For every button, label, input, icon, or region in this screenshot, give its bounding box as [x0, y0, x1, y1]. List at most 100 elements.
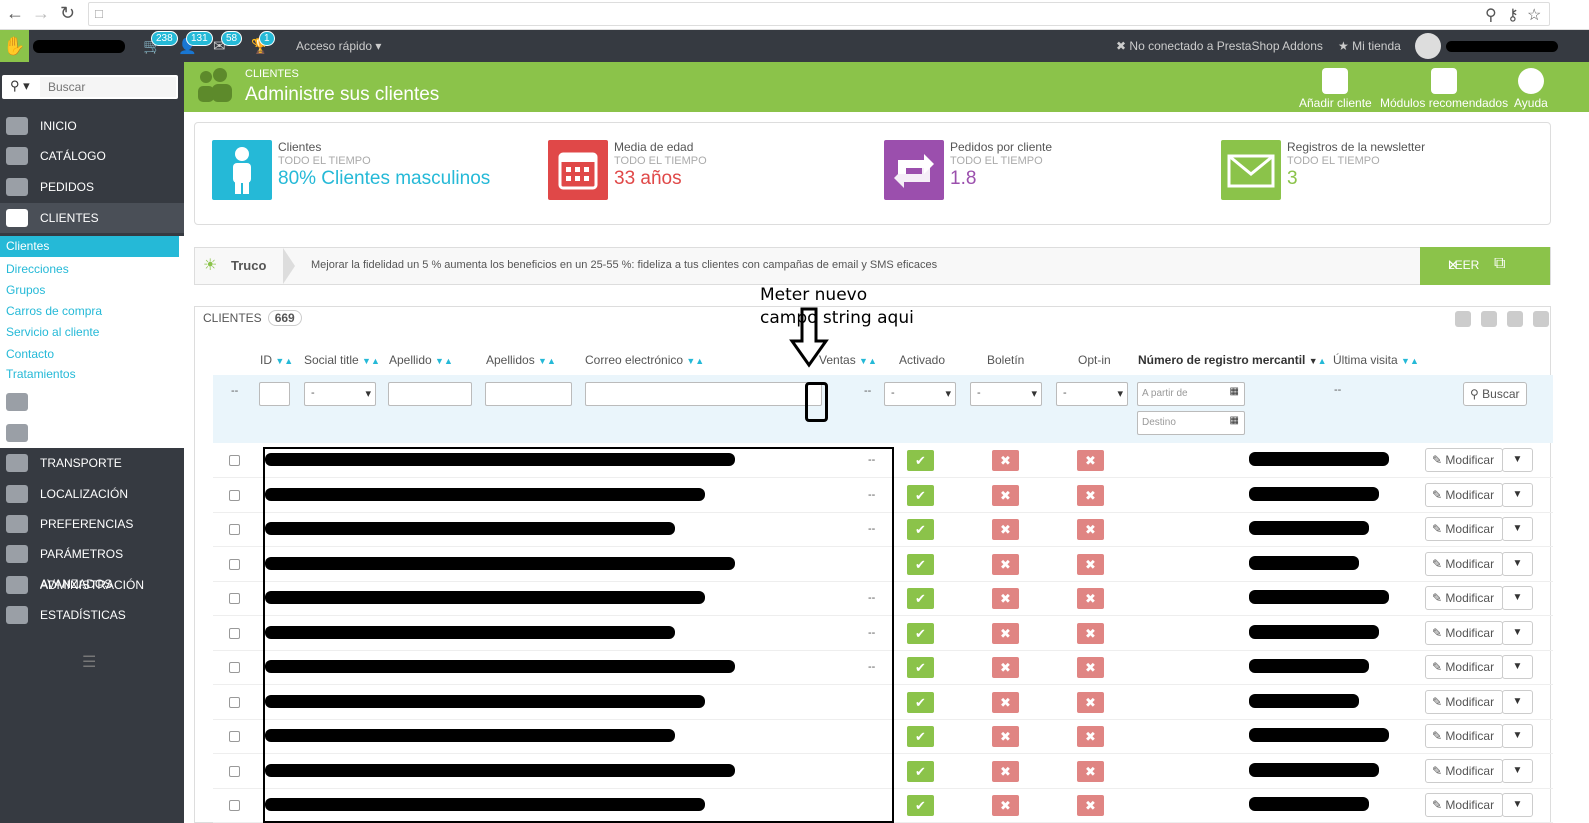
active-check-icon[interactable]: ✔ — [907, 726, 934, 747]
active-check-icon[interactable]: ✔ — [907, 691, 934, 713]
optin-cross-icon[interactable]: ✖ — [1077, 553, 1104, 575]
modify-button[interactable]: ✎ Modificar — [1425, 482, 1503, 507]
active-check-icon[interactable]: ✔ — [907, 657, 934, 678]
search-button[interactable]: ⚲ Buscar — [1463, 382, 1527, 406]
submenu-servicio[interactable]: Servicio al cliente — [6, 325, 99, 339]
kpi-customers[interactable]: Clientes TODO EL TIEMPO 80% Clientes mas… — [212, 140, 532, 202]
optin-cross-icon[interactable]: ✖ — [1077, 795, 1104, 816]
optin-cross-icon[interactable]: ✖ — [1077, 760, 1104, 782]
optin-cross-icon[interactable]: ✖ — [1077, 519, 1104, 540]
search-icon[interactable]: ⚲ ▾ — [10, 78, 30, 94]
row-checkbox[interactable] — [229, 662, 240, 673]
row-actions-dropdown[interactable]: ▼ — [1502, 724, 1533, 748]
row-actions-dropdown[interactable]: ▼ — [1502, 758, 1533, 783]
active-check-icon[interactable]: ✔ — [907, 760, 934, 782]
optin-cross-icon[interactable]: ✖ — [1077, 657, 1104, 678]
sidebar-item-descuentos[interactable]: REGLAS DE DESCUENTOS — [0, 387, 184, 439]
filter-apellido-input[interactable] — [388, 382, 472, 406]
modify-button[interactable]: ✎ Modificar — [1425, 517, 1503, 541]
filter-email-input[interactable] — [585, 382, 822, 406]
customers-icon[interactable]: 👤 131 — [178, 31, 213, 55]
row-checkbox[interactable] — [229, 524, 240, 535]
sidebar-item-pedidos[interactable]: PEDIDOS — [0, 172, 184, 202]
kpi-age[interactable]: Media de edad TODO EL TIEMPO 33 años — [548, 140, 868, 202]
modify-button[interactable]: ✎ Modificar — [1425, 724, 1503, 748]
address-bar[interactable]: □ ⚲ ⚷ ☆ — [88, 2, 1550, 26]
newsletter-cross-icon[interactable]: ✖ — [992, 691, 1019, 713]
row-actions-dropdown[interactable]: ▼ — [1502, 793, 1533, 817]
optin-cross-icon[interactable]: ✖ — [1077, 726, 1104, 747]
col-apellido[interactable]: Apellido ▼▲ — [389, 353, 453, 367]
filter-boletin-select[interactable]: - — [970, 382, 1042, 406]
read-tip-button[interactable]: LEER ⧉ ✕ — [1420, 247, 1550, 285]
sidebar-item-administracion[interactable]: ADMINISTRACIÓN — [0, 570, 184, 600]
back-icon[interactable]: ← — [6, 3, 24, 23]
active-check-icon[interactable]: ✔ — [907, 450, 934, 471]
modify-button[interactable]: ✎ Modificar — [1425, 620, 1503, 645]
col-social-title[interactable]: Social title ▼▲ — [304, 353, 380, 367]
help-button[interactable]: Ayuda — [1514, 68, 1548, 110]
calendar-icon[interactable]: ▦ — [1230, 386, 1239, 397]
newsletter-cross-icon[interactable]: ✖ — [992, 450, 1019, 471]
newsletter-cross-icon[interactable]: ✖ — [992, 726, 1019, 747]
row-checkbox[interactable] — [229, 800, 240, 811]
newsletter-cross-icon[interactable]: ✖ — [992, 588, 1019, 609]
col-email[interactable]: Correo electrónico ▼▲ — [585, 353, 704, 367]
row-actions-dropdown[interactable]: ▼ — [1502, 482, 1533, 507]
filter-activado-select[interactable]: - — [884, 382, 956, 406]
modify-button[interactable]: ✎ Modificar — [1425, 655, 1503, 679]
sidebar-item-modulos[interactable]: MÓDULOS — [0, 418, 184, 448]
modify-button[interactable]: ✎ Modificar — [1425, 758, 1503, 783]
collapse-menu-icon[interactable]: ☰ — [82, 652, 96, 672]
optin-cross-icon[interactable]: ✖ — [1077, 691, 1104, 713]
recommended-modules-button[interactable]: Módulos recomendados — [1380, 68, 1508, 110]
sidebar-item-estadisticas[interactable]: ESTADÍSTICAS — [0, 600, 184, 630]
filter-id-input[interactable] — [259, 382, 290, 406]
filter-apellidos-input[interactable] — [485, 382, 572, 406]
filter-optin-select[interactable]: - — [1056, 382, 1128, 406]
active-check-icon[interactable]: ✔ — [907, 553, 934, 575]
sidebar-item-clientes[interactable]: CLIENTES — [0, 203, 184, 233]
row-actions-dropdown[interactable]: ▼ — [1502, 586, 1533, 610]
prestashop-logo[interactable]: ✋ — [0, 30, 29, 62]
submenu-contacto[interactable]: Contacto — [6, 347, 54, 361]
forward-icon[interactable]: → — [32, 3, 50, 23]
submenu-grupos[interactable]: Grupos — [6, 283, 45, 297]
messages-icon[interactable]: ✉ 58 — [213, 31, 243, 55]
row-checkbox[interactable] — [229, 731, 240, 742]
col-registro-mercantil[interactable]: Número de registro mercantil ▼▲ — [1138, 353, 1327, 367]
row-actions-dropdown[interactable]: ▼ — [1502, 620, 1533, 645]
newsletter-cross-icon[interactable]: ✖ — [992, 484, 1019, 506]
reload-icon[interactable]: ↻ — [60, 3, 75, 23]
newsletter-cross-icon[interactable]: ✖ — [992, 760, 1019, 782]
col-apellidos[interactable]: Apellidos ▼▲ — [486, 353, 556, 367]
filter-date-to[interactable]: Destino ▦ — [1137, 411, 1245, 435]
submenu-clientes[interactable]: Clientes — [0, 236, 179, 257]
newsletter-cross-icon[interactable]: ✖ — [992, 622, 1019, 644]
my-store-link[interactable]: ★ Mi tienda — [1338, 39, 1401, 53]
row-actions-dropdown[interactable]: ▼ — [1502, 448, 1533, 472]
addons-link[interactable]: ✖ No conectado a PrestaShop Addons — [1116, 39, 1323, 53]
active-check-icon[interactable]: ✔ — [907, 519, 934, 540]
quick-access-menu[interactable]: Acceso rápido ▾ — [296, 39, 381, 53]
modify-button[interactable]: ✎ Modificar — [1425, 448, 1503, 472]
row-checkbox[interactable] — [229, 696, 240, 708]
col-id[interactable]: ID ▼▲ — [260, 353, 293, 367]
sidebar-item-inicio[interactable]: INICIO — [0, 111, 184, 141]
newsletter-cross-icon[interactable]: ✖ — [992, 519, 1019, 540]
submenu-tratamientos[interactable]: Tratamientos — [6, 367, 76, 381]
row-actions-dropdown[interactable]: ▼ — [1502, 551, 1533, 576]
row-checkbox[interactable] — [229, 558, 240, 570]
kpi-newsletter[interactable]: Registros de la newsletter TODO EL TIEMP… — [1221, 140, 1541, 202]
add-customer-button[interactable]: Añadir cliente — [1299, 68, 1372, 110]
modify-button[interactable]: ✎ Modificar — [1425, 551, 1503, 576]
star-icon[interactable]: ☆ — [1527, 5, 1541, 25]
breadcrumb[interactable]: CLIENTES — [245, 68, 299, 80]
row-checkbox[interactable] — [229, 765, 240, 777]
active-check-icon[interactable]: ✔ — [907, 795, 934, 816]
active-check-icon[interactable]: ✔ — [907, 484, 934, 506]
row-actions-dropdown[interactable]: ▼ — [1502, 655, 1533, 679]
modify-button[interactable]: ✎ Modificar — [1425, 689, 1503, 714]
row-checkbox[interactable] — [229, 593, 240, 604]
modify-button[interactable]: ✎ Modificar — [1425, 586, 1503, 610]
